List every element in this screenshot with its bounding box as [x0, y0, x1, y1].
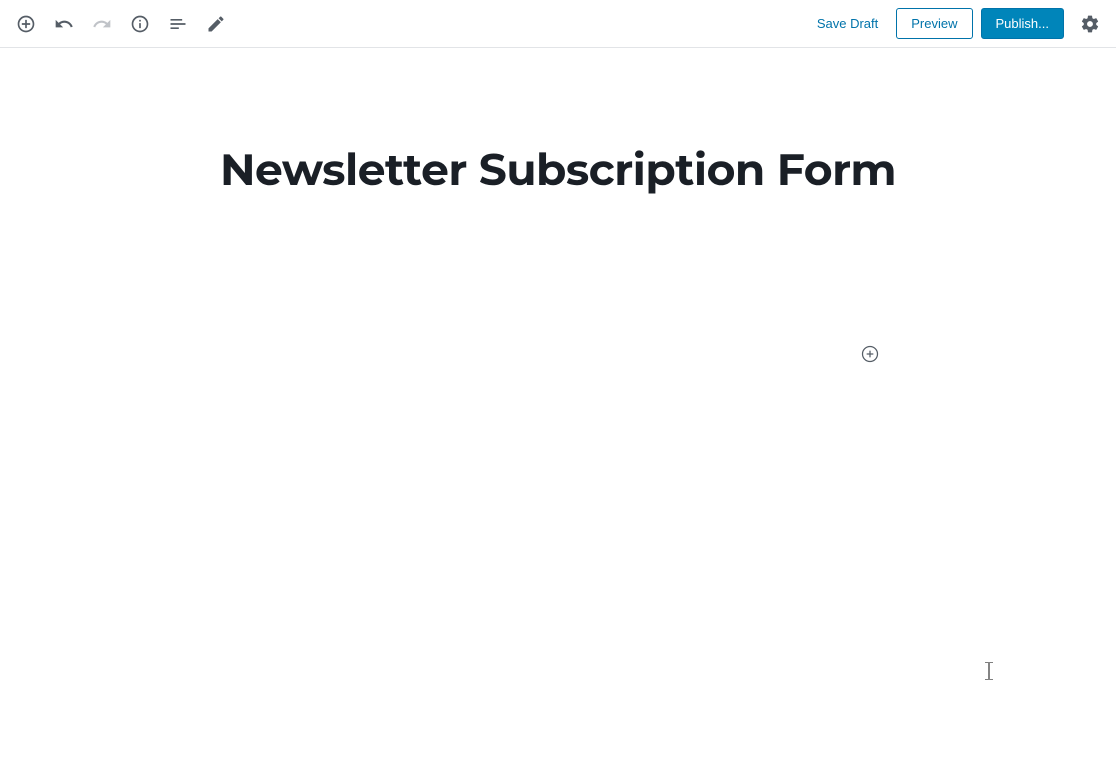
edit-button[interactable]: [198, 6, 234, 42]
redo-button[interactable]: [84, 6, 120, 42]
undo-button[interactable]: [46, 6, 82, 42]
text-cursor-indicator: [985, 662, 993, 680]
page-title[interactable]: Newsletter Subscription Form: [220, 143, 896, 197]
editor-content-area[interactable]: Newsletter Subscription Form: [0, 48, 1116, 197]
preview-button[interactable]: Preview: [896, 8, 972, 39]
toolbar-right-group: Save Draft Preview Publish...: [807, 6, 1108, 42]
info-icon: [130, 14, 150, 34]
add-block-button[interactable]: [8, 6, 44, 42]
publish-button[interactable]: Publish...: [981, 8, 1064, 39]
list-icon: [168, 14, 188, 34]
gear-icon: [1080, 14, 1100, 34]
undo-icon: [54, 14, 74, 34]
plus-circle-icon: [860, 344, 880, 364]
toolbar-left-group: [8, 6, 234, 42]
add-block-inline-button[interactable]: [858, 342, 882, 366]
redo-icon: [92, 14, 112, 34]
block-navigation-button[interactable]: [160, 6, 196, 42]
editor-toolbar: Save Draft Preview Publish...: [0, 0, 1116, 48]
settings-button[interactable]: [1072, 6, 1108, 42]
pencil-icon: [206, 14, 226, 34]
info-button[interactable]: [122, 6, 158, 42]
save-draft-button[interactable]: Save Draft: [807, 10, 888, 37]
plus-circle-icon: [16, 14, 36, 34]
